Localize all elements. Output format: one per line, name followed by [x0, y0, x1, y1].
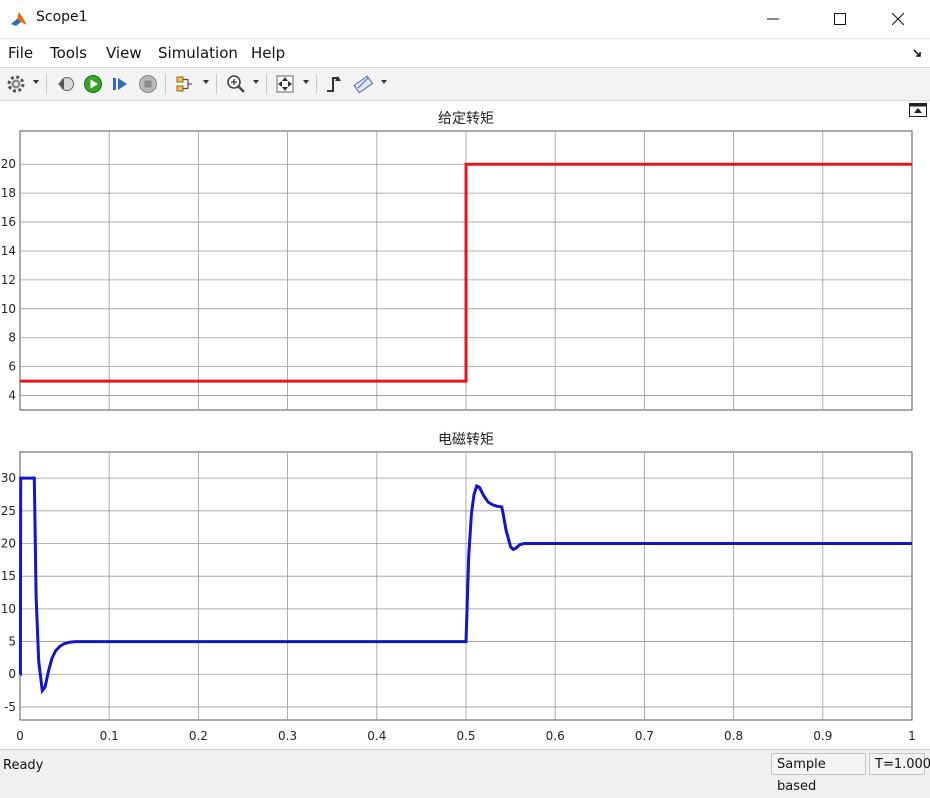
time-field: T=1.000: [869, 753, 930, 775]
step-back-icon: [58, 77, 74, 91]
run-button[interactable]: [81, 72, 105, 96]
maximize-icon: [834, 13, 846, 25]
step-forward-icon: [113, 78, 127, 90]
x-tick-label: 1: [908, 729, 916, 743]
chart-title: 电磁转矩: [438, 432, 494, 448]
menu-tools[interactable]: Tools: [50, 44, 87, 62]
block-diagram-icon: [176, 76, 192, 92]
stop-button[interactable]: [136, 72, 160, 96]
y-tick-label: 14: [1, 244, 16, 258]
fit-to-view-icon: [276, 75, 294, 93]
triggers-button[interactable]: [322, 72, 346, 96]
zoom-in-icon: [227, 75, 245, 93]
menu-bar: File Tools View Simulation Help: [0, 39, 930, 68]
ruler-pencil-icon: [353, 75, 373, 94]
y-tick-label: 16: [1, 215, 16, 229]
y-tick-label: 6: [8, 360, 16, 374]
autoscale-dropdown-icon[interactable]: [302, 78, 310, 86]
x-tick-label: 0.4: [367, 729, 386, 743]
measurements-button[interactable]: [351, 72, 375, 96]
dock-arrow-icon[interactable]: [912, 47, 924, 59]
x-tick-label: 0.3: [278, 729, 297, 743]
settings-dropdown-icon[interactable]: [32, 78, 40, 86]
autoscale-button[interactable]: [273, 72, 297, 96]
y-tick-label: 0: [8, 667, 16, 681]
toolbar-separator: [216, 74, 217, 94]
menu-view[interactable]: View: [106, 44, 142, 62]
x-tick-label: 0: [16, 729, 24, 743]
highlight-block-button[interactable]: [172, 72, 196, 96]
x-tick-label: 0.6: [546, 729, 565, 743]
matlab-logo-icon: [10, 10, 28, 28]
toolbar-separator: [316, 74, 317, 94]
scope-charts: 4 6 8 10 12 14 16 18 20 给定转矩 -5 0 5 10 15 20 25 30 电磁转矩 0 0.…: [1, 111, 916, 743]
block-dropdown-icon[interactable]: [202, 78, 210, 86]
play-icon: [84, 75, 102, 93]
settings-button[interactable]: [4, 72, 28, 96]
y-tick-label: 4: [8, 389, 16, 403]
toolbar: [0, 68, 930, 101]
menu-help[interactable]: Help: [251, 44, 285, 62]
measurements-dropdown-icon[interactable]: [380, 78, 388, 86]
x-tick-label: 0.9: [813, 729, 832, 743]
sample-mode-field: Sample based: [771, 753, 866, 794]
y-tick-label: 18: [1, 186, 16, 200]
y-tick-label: 15: [1, 569, 16, 583]
toolbar-separator: [266, 74, 267, 94]
y-tick-label: 20: [1, 157, 16, 171]
x-tick-label: 0.2: [189, 729, 208, 743]
close-icon: [892, 13, 904, 25]
y-tick-label: 10: [1, 302, 16, 316]
toolbar-separator: [165, 74, 166, 94]
maximize-button[interactable]: [817, 0, 863, 38]
y-tick-label: 10: [1, 602, 16, 616]
menu-simulation[interactable]: Simulation: [158, 44, 238, 62]
minimize-button[interactable]: [750, 0, 796, 38]
menu-file[interactable]: File: [8, 44, 33, 62]
window-title: Scope1: [36, 9, 88, 25]
step-forward-button[interactable]: [108, 72, 132, 96]
y-tick-label: -5: [4, 700, 16, 714]
x-tick-label: 0.1: [100, 729, 119, 743]
x-tick-label: 0.5: [456, 729, 475, 743]
y-tick-label: 30: [1, 471, 16, 485]
status-bar: Ready Sample based T=1.000: [0, 749, 930, 794]
toolbar-separator: [46, 74, 47, 94]
y-tick-label: 12: [1, 273, 16, 287]
title-bar: Scope1: [0, 0, 930, 39]
gear-icon: [7, 75, 25, 93]
close-button[interactable]: [875, 0, 921, 38]
x-tick-label: 0.7: [635, 729, 654, 743]
y-tick-label: 8: [8, 331, 16, 345]
stop-icon: [139, 75, 157, 93]
x-tick-label: 0.8: [724, 729, 743, 743]
chart-title: 给定转矩: [438, 111, 494, 127]
y-tick-label: 25: [1, 504, 16, 518]
zoom-in-button[interactable]: [224, 72, 248, 96]
minimize-icon: [767, 18, 779, 20]
zoom-dropdown-icon[interactable]: [252, 78, 260, 86]
trigger-icon: [327, 76, 341, 92]
scope-display: 4 6 8 10 12 14 16 18 20 给定转矩 -5 0 5 10 15 20 25 30 电磁转矩 0 0.…: [0, 101, 930, 749]
y-tick-label: 5: [8, 635, 16, 649]
y-tick-label: 20: [1, 537, 16, 551]
status-text: Ready: [3, 758, 44, 773]
step-back-button[interactable]: [54, 72, 78, 96]
